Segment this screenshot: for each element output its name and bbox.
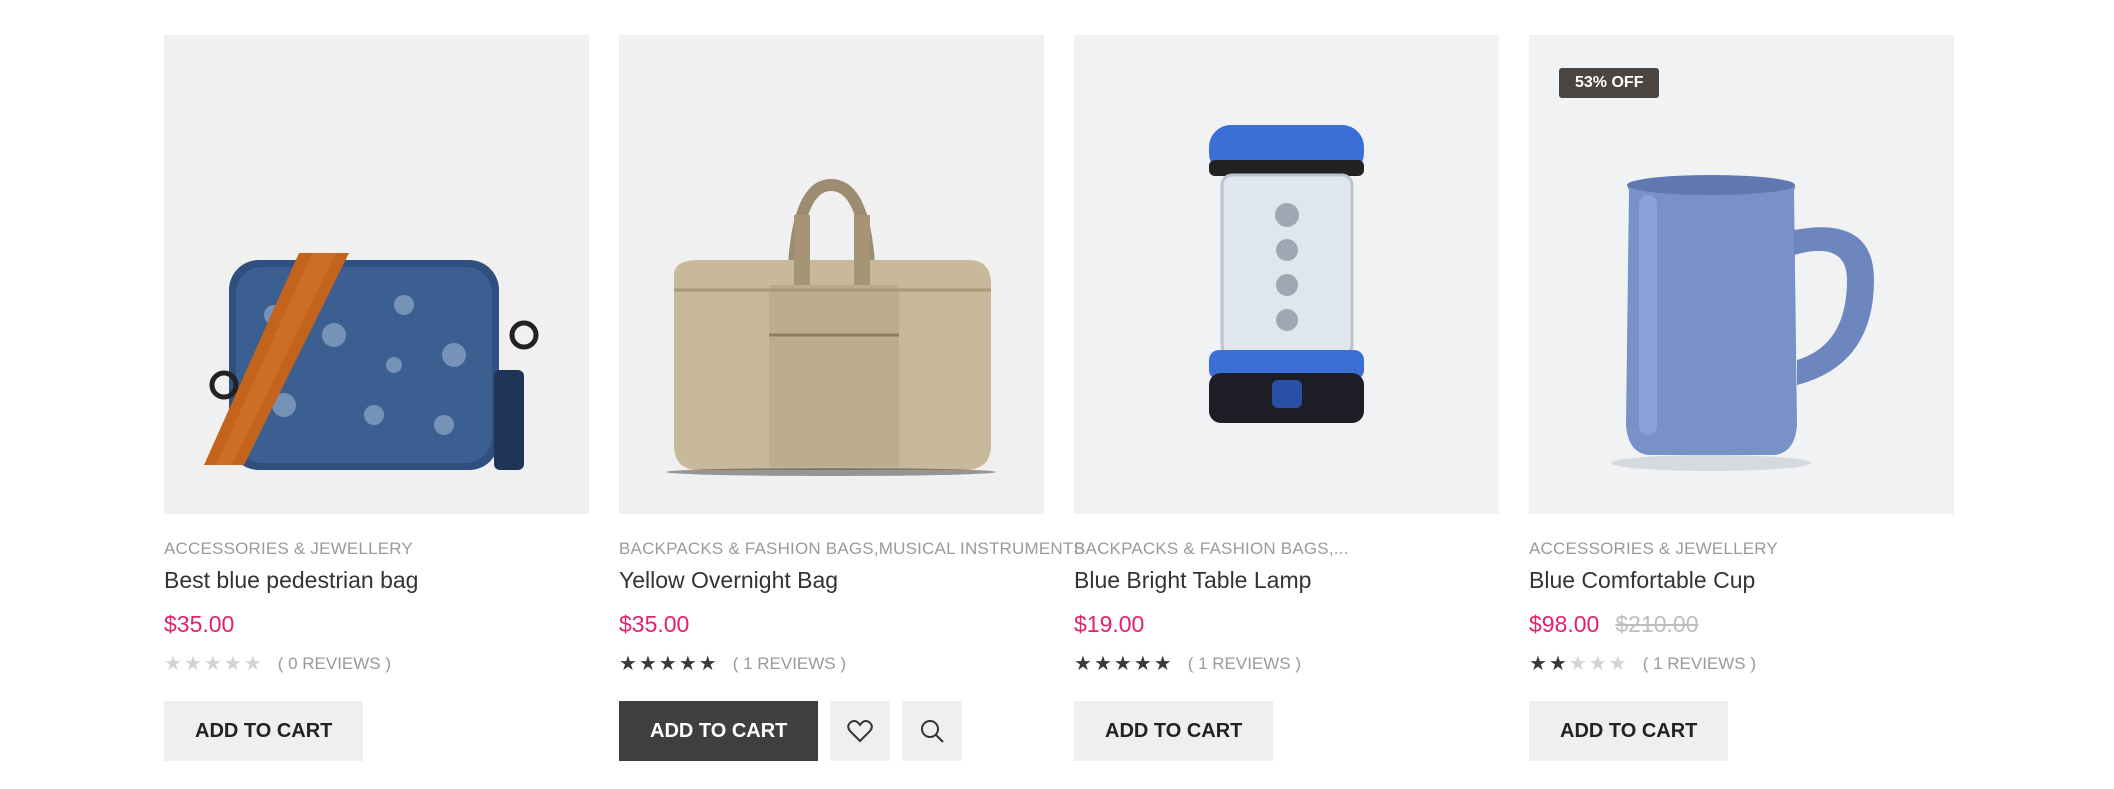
product-price: $19.00 <box>1074 611 1145 637</box>
star-rating: ★ ★ ★ ★ ★ <box>619 654 717 674</box>
star-icon: ★ <box>698 653 717 675</box>
review-count[interactable]: ( 1 REVIEWS ) <box>1188 654 1301 674</box>
product-card: BACKPACKS & FASHION BAGS,MUSICAL INSTRUM… <box>619 35 1085 761</box>
product-category[interactable]: ACCESSORIES & JEWELLERY <box>164 539 589 559</box>
add-to-cart-button[interactable]: ADD TO CART <box>619 701 819 761</box>
price-row: $98.00 $210.00 <box>1529 611 1954 638</box>
card-actions: ADD TO CART <box>619 701 1044 761</box>
star-icon: ★ <box>1588 653 1607 675</box>
card-actions: ADD TO CART <box>1529 701 1954 761</box>
add-to-cart-button[interactable]: ADD TO CART <box>1529 701 1729 761</box>
star-rating: ★ ★ ★ ★ ★ <box>164 654 262 674</box>
star-icon: ★ <box>638 653 657 675</box>
product-category[interactable]: BACKPACKS & FASHION BAGS,MUSICAL INSTRUM… <box>619 539 1085 559</box>
star-icon: ★ <box>1133 653 1152 675</box>
mug-image <box>1611 175 1874 471</box>
product-title[interactable]: Yellow Overnight Bag <box>619 567 1044 594</box>
review-count[interactable]: ( 1 REVIEWS ) <box>733 654 846 674</box>
card-actions: ADD TO CART <box>164 701 589 761</box>
duffel-bag-image <box>666 178 996 476</box>
star-icon: ★ <box>164 653 182 675</box>
product-category[interactable]: BACKPACKS & FASHION BAGS,... <box>1074 539 1499 559</box>
product-price: $35.00 <box>164 611 235 637</box>
quick-view-button[interactable] <box>902 701 963 761</box>
heart-icon <box>847 720 874 743</box>
product-image[interactable] <box>164 35 589 514</box>
product-title[interactable]: Best blue pedestrian bag <box>164 567 589 594</box>
product-category[interactable]: ACCESSORIES & JEWELLERY <box>1529 539 1954 559</box>
rating-row: ★ ★ ★ ★ ★ ( 1 REVIEWS ) <box>1529 654 1954 674</box>
star-icon: ★ <box>243 653 262 675</box>
product-card: ACCESSORIES & JEWELLERY Best blue pedest… <box>164 35 589 761</box>
rating-row: ★ ★ ★ ★ ★ ( 1 REVIEWS ) <box>1074 654 1499 674</box>
star-icon: ★ <box>678 653 697 675</box>
product-title[interactable]: Blue Comfortable Cup <box>1529 567 1954 594</box>
star-rating: ★ ★ ★ ★ ★ <box>1074 654 1172 674</box>
product-card: BACKPACKS & FASHION BAGS,... Blue Bright… <box>1074 35 1499 761</box>
star-icon: ★ <box>1074 653 1092 675</box>
star-icon: ★ <box>223 653 242 675</box>
add-to-cart-button[interactable]: ADD TO CART <box>1074 701 1274 761</box>
star-icon: ★ <box>619 653 637 675</box>
star-icon: ★ <box>1608 653 1627 675</box>
product-grid: ACCESSORIES & JEWELLERY Best blue pedest… <box>164 35 1954 761</box>
star-icon: ★ <box>658 653 677 675</box>
star-icon: ★ <box>183 653 202 675</box>
product-card: 53% OFF ACCESSORIES & JEWELLERY Blue Com… <box>1529 35 1954 761</box>
lantern-image <box>1209 125 1364 423</box>
product-image[interactable] <box>1074 35 1499 514</box>
star-icon: ★ <box>1568 653 1587 675</box>
star-icon: ★ <box>203 653 222 675</box>
discount-badge: 53% OFF <box>1559 68 1660 98</box>
review-count[interactable]: ( 1 REVIEWS ) <box>1643 654 1756 674</box>
star-icon: ★ <box>1153 653 1172 675</box>
star-icon: ★ <box>1548 653 1567 675</box>
star-rating: ★ ★ ★ ★ ★ <box>1529 654 1627 674</box>
star-icon: ★ <box>1529 653 1547 675</box>
rating-row: ★ ★ ★ ★ ★ ( 0 REVIEWS ) <box>164 654 589 674</box>
star-icon: ★ <box>1093 653 1112 675</box>
product-price: $35.00 <box>619 611 690 637</box>
wishlist-button[interactable] <box>830 701 891 761</box>
product-image[interactable]: 53% OFF <box>1529 35 1954 514</box>
card-actions: ADD TO CART <box>1074 701 1499 761</box>
add-to-cart-button[interactable]: ADD TO CART <box>164 701 364 761</box>
product-image[interactable] <box>619 35 1044 514</box>
price-row: $35.00 <box>164 611 589 638</box>
product-title[interactable]: Blue Bright Table Lamp <box>1074 567 1499 594</box>
product-price: $98.00 <box>1529 611 1600 637</box>
rating-row: ★ ★ ★ ★ ★ ( 1 REVIEWS ) <box>619 654 1044 674</box>
price-row: $19.00 <box>1074 611 1499 638</box>
star-icon: ★ <box>1113 653 1132 675</box>
original-price: $210.00 <box>1615 611 1699 637</box>
search-icon <box>921 720 945 743</box>
crossbody-bag-image <box>204 253 539 470</box>
review-count[interactable]: ( 0 REVIEWS ) <box>278 654 391 674</box>
price-row: $35.00 <box>619 611 1044 638</box>
